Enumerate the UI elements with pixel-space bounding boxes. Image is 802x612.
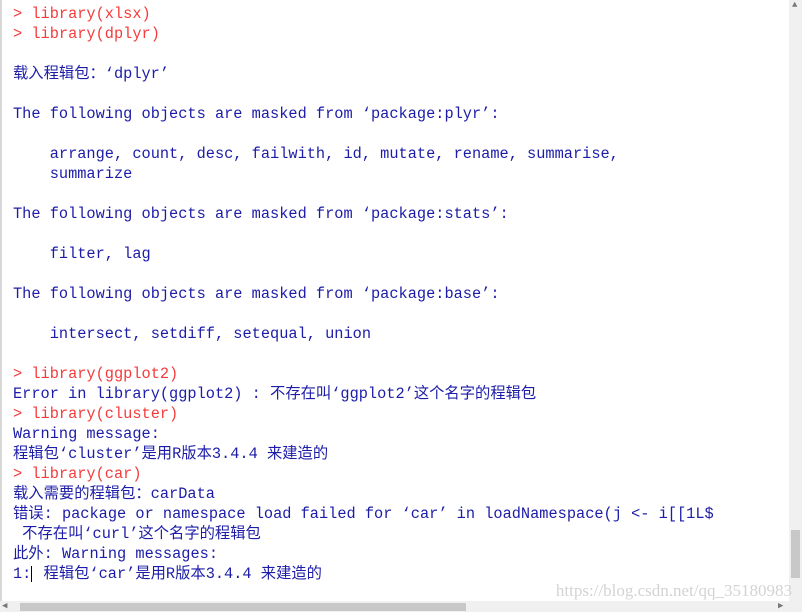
console-output-line: 不存在叫‘curl’这个名字的程辑包: [13, 524, 261, 544]
console-command-line: > library(dplyr): [13, 24, 160, 44]
console-command-line: > library(cluster): [13, 404, 178, 424]
console-output-line: Warning message:: [13, 424, 160, 444]
scroll-right-arrow-icon[interactable]: ▶: [778, 601, 783, 612]
line-text: 程辑包‘car’是用R版本3.4.4 来建造的: [34, 565, 322, 583]
console-command-line: > library(xlsx): [13, 4, 151, 24]
line-text: filter, lag: [13, 245, 151, 263]
console-output-line: 载入需要的程辑包：carData: [13, 484, 215, 504]
line-text: Error in library(ggplot2) : 不存在叫‘ggplot2…: [13, 385, 537, 403]
console-output-line: summarize: [13, 164, 133, 184]
scroll-left-arrow-icon[interactable]: ◀: [2, 601, 7, 612]
line-prefix: 1:: [13, 565, 32, 583]
console-output-line: The following objects are masked from ‘p…: [13, 104, 500, 124]
console-output-line: Error in library(ggplot2) : 不存在叫‘ggplot2…: [13, 384, 536, 404]
vertical-scrollbar-thumb[interactable]: [791, 530, 800, 578]
r-console-output[interactable]: > library(xlsx) > library(dplyr) 载入程辑包：‘dp…: [0, 0, 789, 601]
line-text: > library(ggplot2): [13, 365, 179, 383]
line-text: > library(dplyr): [13, 25, 160, 43]
scroll-up-arrow-icon[interactable]: ▲: [792, 0, 797, 11]
console-output-line: 1: 程辑包‘car’是用R版本3.4.4 来建造的: [13, 564, 322, 584]
line-text: 不存在叫‘curl’这个名字的程辑包: [13, 525, 261, 543]
console-output-line: 错误: package or namespace load failed for…: [13, 504, 714, 524]
line-text: 错误: package or namespace load failed for…: [13, 505, 714, 523]
line-text: > library(car): [13, 465, 142, 483]
line-text: 此外: Warning messages:: [13, 545, 219, 563]
horizontal-scrollbar-thumb[interactable]: [20, 603, 466, 611]
line-text: intersect, setdiff, setequal, union: [13, 325, 372, 343]
line-text: 程辑包‘cluster’是用R版本3.4.4 来建造的: [13, 445, 329, 463]
console-output-line: intersect, setdiff, setequal, union: [13, 324, 371, 344]
console-command-line: > library(ggplot2): [13, 364, 178, 384]
line-text: Warning message:: [13, 425, 160, 443]
console-output-line: 程辑包‘cluster’是用R版本3.4.4 来建造的: [13, 444, 328, 464]
line-text: The following objects are masked from ‘p…: [13, 285, 500, 303]
line-text: 载入程辑包：‘dplyr’: [13, 65, 170, 83]
vertical-scrollbar[interactable]: ▲: [789, 0, 802, 601]
console-output-line: filter, lag: [13, 244, 151, 264]
watermark: https://blog.csdn.net/qq_35180983: [555, 581, 792, 600]
line-text: 载入需要的程辑包：carData: [13, 485, 215, 503]
line-text: > library(cluster): [13, 405, 179, 423]
console-output-line: The following objects are masked from ‘p…: [13, 204, 509, 224]
line-text: The following objects are masked from ‘p…: [13, 205, 509, 223]
line-text: arrange, count, desc, failwith, id, muta…: [13, 145, 619, 163]
horizontal-scrollbar[interactable]: ◀ ▶: [0, 601, 802, 612]
line-text: > library(xlsx): [13, 5, 151, 23]
console-output-line: 载入程辑包：‘dplyr’: [13, 64, 169, 84]
console-command-line: > library(car): [13, 464, 142, 484]
console-output-line: 此外: Warning messages:: [13, 544, 218, 564]
console-output-line: arrange, count, desc, failwith, id, muta…: [13, 144, 619, 164]
text-cursor: [31, 565, 33, 582]
line-text: summarize: [13, 165, 133, 183]
console-output-line: The following objects are masked from ‘p…: [13, 284, 500, 304]
line-text: The following objects are masked from ‘p…: [13, 105, 500, 123]
